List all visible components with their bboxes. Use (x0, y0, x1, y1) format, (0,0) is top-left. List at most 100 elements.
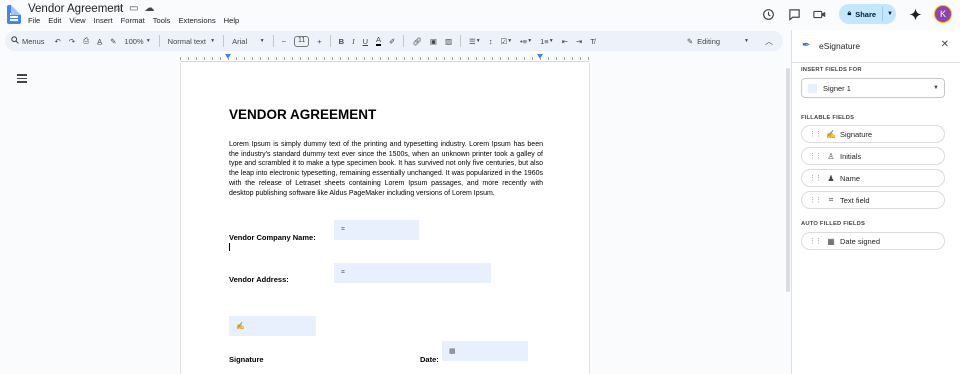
menu-file[interactable]: File (28, 16, 40, 25)
ruler-tick (372, 57, 373, 60)
person-icon: ♟ (827, 173, 835, 183)
drag-handle-icon[interactable]: ⋮⋮ (809, 174, 822, 182)
field-text[interactable]: ⋮⋮ ⌗ Text field (801, 191, 945, 209)
share-button[interactable]: 🔒︎ Share ▼ (839, 4, 896, 24)
chevron-down-icon: ▼ (527, 38, 533, 44)
signer-select[interactable]: Signer 1 ▼ (801, 78, 945, 98)
underline-icon[interactable]: U (363, 37, 368, 46)
ruler-tick (460, 57, 461, 60)
comments-icon[interactable] (787, 7, 801, 21)
font-select[interactable]: Arial ▼ (232, 37, 264, 46)
editing-mode-select[interactable]: ✎ Editing ▼ (687, 37, 749, 46)
add-comment-icon[interactable]: ▣ (430, 37, 437, 46)
undo-icon[interactable]: ↶ (55, 37, 61, 46)
document-title[interactable]: Vendor Agreement (28, 3, 123, 15)
style-select[interactable]: Normal text ▼ (168, 37, 215, 46)
signature-field[interactable]: ✍ (229, 316, 316, 336)
hide-menus-icon[interactable]: ︿ (765, 36, 773, 47)
close-icon[interactable]: ✕ (941, 39, 949, 50)
toolbar: Menus ↶ ↷ ⎙ A̲ ✎ 100% ▼ Normal text ▼ Ar… (5, 31, 783, 51)
ruler-tick (588, 57, 589, 60)
star-icon[interactable]: ☆ (114, 3, 123, 14)
ruler-tick (284, 57, 285, 60)
vendor-company-field[interactable]: ⌗ (334, 220, 419, 240)
menu-view[interactable]: View (69, 16, 85, 25)
signature-icon: ✍ (236, 323, 245, 330)
search-menus[interactable]: Menus (11, 36, 45, 46)
document-page[interactable]: VENDOR AGREEMENT Lorem Ipsum is simply d… (180, 63, 590, 374)
ruler-tick (548, 57, 549, 60)
vendor-address-label: Vendor Address: (229, 275, 289, 284)
align-icon[interactable]: ☰ ▼ (469, 37, 481, 46)
field-signature[interactable]: ⋮⋮ ✍ Signature (801, 125, 945, 143)
drag-handle-icon[interactable]: ⋮⋮ (809, 130, 822, 138)
ruler-tick (516, 57, 517, 60)
signature-label: Signature (229, 355, 264, 364)
gemini-icon[interactable] (908, 7, 922, 21)
chevron-down-icon: ▼ (744, 38, 749, 44)
menu-help[interactable]: Help (224, 16, 240, 25)
cloud-status-icon[interactable]: ☁ (144, 3, 154, 14)
numbered-list-icon[interactable]: 1≡ ▼ (540, 37, 554, 46)
drag-handle-icon[interactable]: ⋮⋮ (809, 237, 822, 245)
avatar[interactable]: K (934, 5, 952, 23)
ruler-tick (556, 57, 557, 60)
vendor-address-field[interactable]: ⌗ (334, 263, 491, 283)
menu-edit[interactable]: Edit (48, 16, 61, 25)
menu-extensions[interactable]: Extensions (178, 16, 215, 25)
text-field-icon: ⌗ (828, 195, 834, 204)
print-icon[interactable]: ⎙ (83, 36, 89, 46)
link-icon[interactable]: 🔗︎ (412, 37, 422, 46)
drag-handle-icon[interactable]: ⋮⋮ (809, 196, 822, 204)
meet-icon[interactable] (813, 7, 827, 21)
highlight-icon[interactable]: ✐ (389, 37, 395, 46)
style-value: Normal text (167, 36, 206, 46)
drag-handle-icon[interactable]: ⋮⋮ (809, 152, 822, 160)
menu-tools[interactable]: Tools (153, 16, 171, 25)
menu-bar: File Edit View Insert Format Tools Exten… (28, 16, 239, 25)
text-field-icon: ⌗ (341, 226, 345, 233)
field-name[interactable]: ⋮⋮ ♟ Name (801, 169, 945, 187)
field-label: Text field (840, 195, 870, 205)
ruler-tick (396, 57, 397, 60)
field-date-signed[interactable]: ⋮⋮ ▦ Date signed (801, 232, 945, 250)
checklist-icon[interactable]: ☑ ▼ (500, 37, 512, 46)
ruler-tick (324, 57, 325, 60)
ruler-tick (540, 57, 541, 60)
italic-icon[interactable]: I (352, 37, 355, 46)
version-history-icon[interactable] (761, 7, 775, 21)
text-color-icon[interactable]: A (376, 36, 382, 46)
title-bar: Vendor Agreement ☆ ▭ ☁ File Edit View In… (0, 0, 960, 30)
line-spacing-icon[interactable]: ↕ (489, 37, 493, 46)
ruler-tick (508, 57, 509, 60)
menu-insert[interactable]: Insert (94, 16, 113, 25)
document-outline-icon[interactable] (17, 74, 27, 85)
zoom-select[interactable]: 100% ▼ (124, 37, 150, 46)
paint-format-icon[interactable]: ✎ (110, 37, 116, 46)
insert-fields-for-label: INSERT FIELDS FOR (801, 67, 862, 73)
spellcheck-icon[interactable]: A̲ (97, 37, 102, 46)
ruler-tick (316, 57, 317, 60)
horizontal-ruler[interactable] (180, 54, 590, 62)
document-scrollbar[interactable] (786, 68, 790, 292)
increase-font-size-button[interactable]: + (317, 37, 321, 46)
decrease-font-size-button[interactable]: − (282, 37, 286, 46)
auto-filled-fields-label: AUTO FILLED FIELDS (801, 221, 866, 227)
font-size-input[interactable]: 11 (294, 35, 310, 47)
date-field[interactable]: ▦ (442, 341, 528, 361)
chevron-down-icon[interactable]: ▼ (887, 11, 893, 17)
clear-formatting-icon[interactable]: T̸ (590, 37, 595, 46)
bulleted-list-icon[interactable]: •≡ ▼ (520, 37, 532, 46)
menu-format[interactable]: Format (121, 16, 145, 25)
bold-icon[interactable]: B (339, 37, 344, 46)
ruler-tick (468, 57, 469, 60)
docs-logo-icon[interactable] (7, 5, 21, 24)
increase-indent-icon[interactable]: ⇥ (576, 37, 582, 46)
field-initials[interactable]: ⋮⋮ ♙ Initials (801, 147, 945, 165)
move-folder-icon[interactable]: ▭ (129, 3, 138, 14)
insert-image-icon[interactable]: ▨ (445, 37, 452, 46)
decrease-indent-icon[interactable]: ⇤ (562, 37, 568, 46)
redo-icon[interactable]: ↷ (69, 37, 75, 46)
signer-value: Signer 1 (823, 83, 851, 93)
ruler-tick (228, 57, 229, 60)
